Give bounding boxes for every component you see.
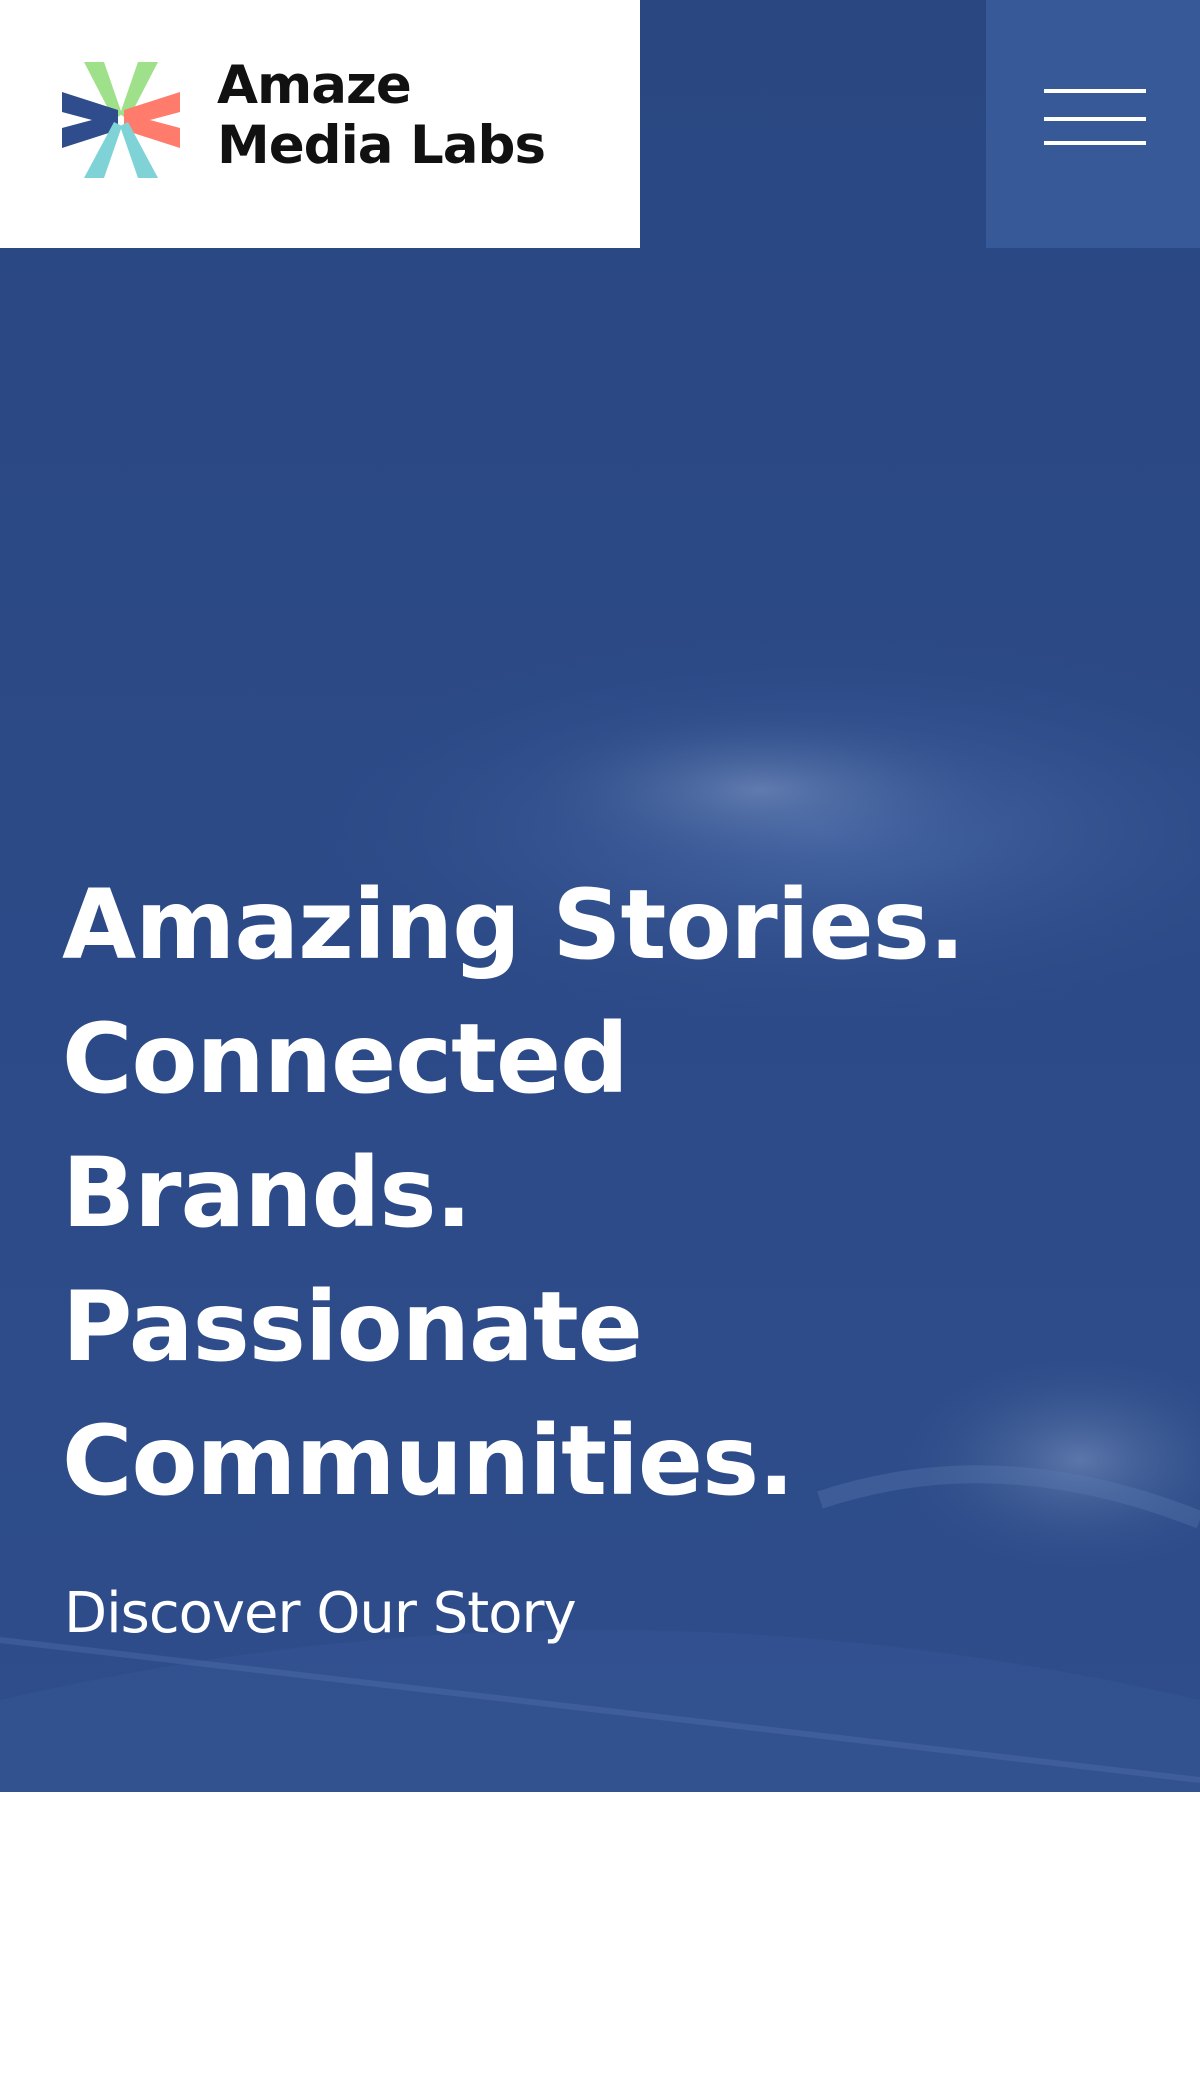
hero-section: Amaze Media Labs Amazing Stories. Connec… bbox=[0, 0, 1200, 1792]
menu-line-top bbox=[1044, 89, 1146, 93]
headline-line-5: Communities. bbox=[62, 1405, 795, 1517]
logo[interactable]: Amaze Media Labs bbox=[0, 0, 640, 248]
headline-line-4: Passionate bbox=[62, 1271, 643, 1383]
menu-line-middle bbox=[1044, 117, 1146, 121]
logo-text-line-2: Media Labs bbox=[217, 115, 546, 176]
amaze-logo-icon bbox=[62, 62, 180, 178]
below-hero-blank-area bbox=[0, 1792, 1200, 2074]
hero-headline: Amazing Stories. Connected Brands. Passi… bbox=[62, 858, 1162, 1528]
headline-line-2: Connected bbox=[62, 1003, 629, 1115]
menu-line-bottom bbox=[1044, 141, 1146, 145]
headline-line-3: Brands. bbox=[62, 1137, 472, 1249]
headline-line-1: Amazing Stories. bbox=[62, 869, 965, 981]
page: Amaze Media Labs Amazing Stories. Connec… bbox=[0, 0, 1200, 2074]
logo-text-line-1: Amaze bbox=[217, 55, 412, 116]
discover-our-story-link[interactable]: Discover Our Story bbox=[64, 1578, 577, 1650]
logo-wordmark: Amaze Media Labs bbox=[217, 55, 546, 176]
menu-button[interactable] bbox=[986, 0, 1200, 248]
